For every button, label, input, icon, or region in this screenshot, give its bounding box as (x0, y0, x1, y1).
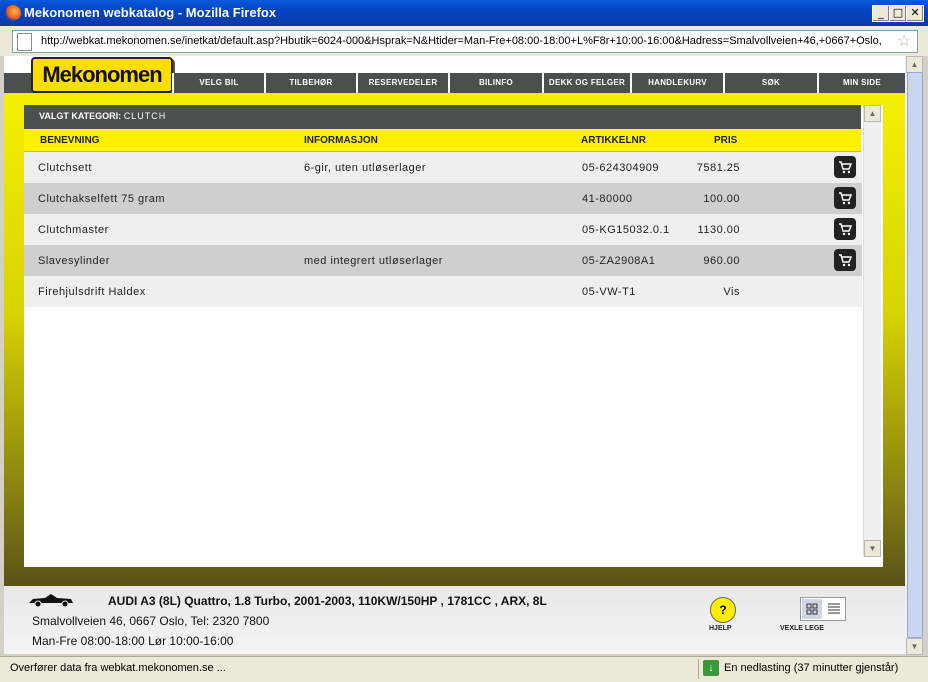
car-icon (29, 594, 73, 607)
item-name: Slavesylinder (38, 255, 110, 267)
download-status[interactable]: En nedlasting (37 minutter gjenstår) (724, 662, 898, 674)
table-header: BENEVNING INFORMASJON ARTIKKELNR PRIS (24, 129, 861, 152)
nav-sok[interactable]: SØK (723, 73, 817, 93)
page-scroll-thumb[interactable] (907, 72, 923, 638)
grid-list-icon (802, 599, 840, 619)
add-to-cart-button[interactable] (834, 249, 856, 271)
nav-bilinfo[interactable]: BILINFO (448, 73, 542, 93)
scroll-up-arrow-icon[interactable]: ▲ (864, 105, 881, 122)
category-heading: VALGT KATEGORI: CLUTCH (39, 111, 167, 121)
cart-icon (839, 161, 852, 174)
panel-scrollbar[interactable]: ▲ ▼ (863, 105, 881, 557)
item-name: Clutchsett (38, 162, 92, 174)
item-article: 05-ZA2908A1 (582, 255, 656, 267)
item-price: 960.00 (703, 255, 740, 267)
cart-icon (839, 192, 852, 205)
page-scroll-up-icon[interactable]: ▲ (906, 56, 923, 73)
maximize-button[interactable]: □ (889, 5, 907, 22)
title-bar: Mekonomen webkatalog - Mozilla Firefox _… (0, 0, 928, 26)
view-toggle[interactable] (800, 597, 846, 621)
col-artikkelnr: ARTIKKELNR (581, 135, 646, 146)
item-article: 41-80000 (582, 193, 633, 205)
item-article: 05-VW-T1 (582, 286, 636, 298)
add-to-cart-button[interactable] (834, 156, 856, 178)
window-title: Mekonomen webkatalog - Mozilla Firefox (24, 5, 277, 20)
firefox-icon (5, 5, 21, 21)
add-to-cart-button[interactable] (834, 218, 856, 240)
item-info: med integrert utløserlager (304, 255, 443, 267)
item-article: 05-624304909 (582, 162, 659, 174)
item-price: 1130.00 (697, 224, 740, 236)
add-to-cart-button[interactable] (834, 187, 856, 209)
store-address: Smalvollveien 46, 0667 Oslo, Tel: 2320 7… (32, 614, 270, 628)
nav-handlekurv[interactable]: HANDLEKURV (630, 73, 723, 93)
item-name: Clutchakselfett 75 gram (38, 193, 166, 205)
url-text: http://webkat.mekonomen.se/inetkat/defau… (41, 35, 881, 47)
item-price: 100.00 (703, 193, 740, 205)
nav-tilbehor[interactable]: TILBEHØR (264, 73, 356, 93)
cart-icon (839, 254, 852, 267)
toggle-label[interactable]: VEXLE LEGE (780, 625, 824, 632)
nav-velg-bil[interactable]: VELG BIL (172, 73, 264, 93)
help-label[interactable]: HJELP (709, 625, 732, 632)
mekonomen-logo[interactable]: Mekonomen (31, 57, 173, 93)
nav-min-side[interactable]: MIN SIDE (817, 73, 905, 93)
bookmark-star-icon[interactable]: ☆ (897, 31, 911, 51)
store-hours: Man-Fre 08:00-18:00 Lør 10:00-16:00 (32, 634, 234, 648)
item-name: Clutchmaster (38, 224, 109, 236)
close-button[interactable]: ✕ (906, 5, 924, 22)
nav-reservedeler[interactable]: RESERVEDELER (356, 73, 448, 93)
col-informasjon: INFORMASJON (304, 135, 378, 146)
scroll-down-arrow-icon[interactable]: ▼ (864, 540, 881, 557)
item-name: Firehjulsdrift Haldex (38, 286, 146, 298)
table-row[interactable]: Clutchsett 6-gir, uten utløserlager 05-6… (24, 152, 862, 183)
category-value: CLUTCH (123, 111, 167, 121)
table-row[interactable]: Slavesylinder med integrert utløserlager… (24, 245, 862, 276)
table-row[interactable]: Clutchmaster 05-KG15032.0.1 1130.00 (24, 214, 862, 245)
category-header: VALGT KATEGORI: CLUTCH (24, 105, 861, 129)
help-icon[interactable]: ? (710, 597, 736, 623)
status-text: Overfører data fra webkat.mekonomen.se .… (10, 662, 226, 674)
minimize-button[interactable]: _ (872, 5, 890, 22)
col-pris: PRIS (714, 135, 738, 146)
table-row[interactable]: Clutchakselfett 75 gram 41-80000 100.00 (24, 183, 862, 214)
page-scroll-down-icon[interactable]: ▼ (906, 638, 923, 655)
table-row[interactable]: Firehjulsdrift Haldex 05-VW-T1 Vis (24, 276, 862, 307)
item-info: 6-gir, uten utløserlager (304, 162, 427, 174)
url-input[interactable]: http://webkat.mekonomen.se/inetkat/defau… (12, 30, 918, 53)
item-article: 05-KG15032.0.1 (582, 224, 670, 236)
logo-text: Mekonomen (42, 62, 162, 87)
vehicle-description: AUDI A3 (8L) Quattro, 1.8 Turbo, 2001-20… (108, 594, 547, 608)
status-divider (698, 659, 699, 679)
item-price-link[interactable]: Vis (664, 286, 740, 298)
item-price: 7581.25 (696, 162, 740, 174)
nav-dekk-og-felger[interactable]: DEKK OG FELGER (542, 73, 630, 93)
col-benevning: BENEVNING (40, 135, 100, 146)
page-icon (17, 33, 32, 51)
status-bar: Overfører data fra webkat.mekonomen.se .… (0, 656, 928, 682)
cart-icon (839, 223, 852, 236)
address-toolbar: http://webkat.mekonomen.se/inetkat/defau… (0, 26, 928, 56)
download-icon[interactable]: ↓ (703, 660, 719, 676)
